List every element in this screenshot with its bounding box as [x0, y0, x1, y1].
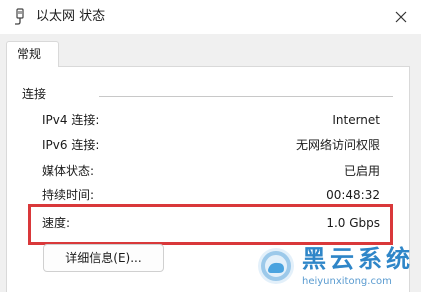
tab-general-label: 常规: [17, 47, 42, 61]
watermark-title: 黑云系统: [302, 245, 414, 273]
duration-label: 持续时间:: [42, 188, 95, 202]
title-bar: 以太网 状态: [0, 0, 421, 34]
group-divider: [99, 96, 393, 97]
ethernet-status-window: 以太网 状态 常规 连接 IPv4 连接: Internet IPv6 连接: …: [0, 0, 421, 292]
duration-value: 00:48:32: [326, 188, 380, 202]
ipv6-connectivity-value: 无网络访问权限: [295, 138, 380, 152]
ethernet-adapter-icon: [11, 8, 29, 26]
close-button[interactable]: [381, 0, 421, 34]
ipv6-connectivity-label: IPv6 连接:: [42, 138, 100, 152]
details-button-label: 详细信息(E)...: [65, 251, 142, 265]
window-title: 以太网 状态: [36, 9, 106, 24]
media-state-label: 媒体状态:: [42, 164, 95, 178]
close-icon: [395, 8, 407, 27]
watermark-url: heiyunxitong.com: [302, 276, 392, 287]
heiyun-logo-icon: [256, 246, 296, 286]
details-button[interactable]: 详细信息(E)...: [43, 244, 164, 272]
ipv4-connectivity-label: IPv4 连接:: [42, 113, 100, 127]
speed-value: 1.0 Gbps: [326, 216, 380, 230]
ipv4-connectivity-value: Internet: [332, 113, 380, 127]
speed-label: 速度:: [42, 216, 71, 230]
tab-general[interactable]: 常规: [6, 41, 59, 67]
connection-group-title: 连接: [22, 87, 47, 101]
media-state-value: 已启用: [343, 164, 380, 178]
